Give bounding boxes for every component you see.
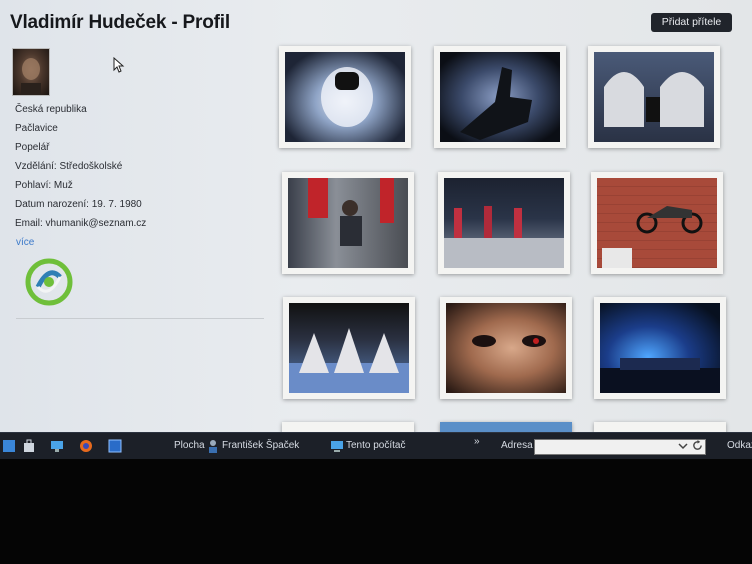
refresh-icon[interactable] — [692, 440, 703, 451]
photo-thumbnail[interactable] — [282, 172, 414, 274]
motorcycle-photo-icon — [602, 206, 703, 268]
concert-stage-photo-icon — [600, 358, 720, 393]
more-link[interactable]: více — [16, 237, 34, 248]
photo-thumbnail[interactable] — [588, 46, 720, 148]
store-icon[interactable] — [22, 439, 36, 453]
browser-page: Vladimír Hudeček - Profil Přidat přítele… — [0, 0, 752, 432]
photo-thumbnail[interactable] — [594, 422, 726, 432]
site-logo-icon — [25, 258, 73, 306]
photo-thumbnail[interactable] — [279, 46, 411, 148]
toilet-photo-icon — [321, 67, 373, 127]
avatar[interactable] — [12, 48, 50, 96]
photo-thumbnail[interactable] — [440, 422, 572, 432]
firefox-icon[interactable] — [79, 439, 93, 453]
thumbs-up-photo-icon — [460, 67, 532, 140]
profile-occupation: Popelář — [15, 142, 50, 153]
monitor-icon[interactable] — [50, 439, 64, 453]
domes-photo-icon — [604, 72, 704, 127]
face-icon — [21, 58, 41, 95]
user-icon — [209, 440, 217, 453]
locker-room-photo-icon — [308, 178, 394, 246]
profile-education: Vzdělání: Středoškolské — [15, 161, 123, 172]
photo-thumbnail[interactable] — [594, 297, 726, 399]
mouse-cursor-icon — [113, 57, 125, 73]
chevron-down-icon[interactable] — [678, 441, 688, 451]
photo-thumbnail[interactable] — [282, 422, 414, 432]
desktop-toolbar-label[interactable]: Plocha — [174, 433, 205, 459]
app-window-icon[interactable] — [108, 439, 122, 453]
photo-thumbnail[interactable] — [434, 46, 566, 148]
profile-birthdate: Datum narození: 19. 7. 1980 — [15, 199, 142, 210]
profile-city: Pačlavice — [15, 123, 58, 134]
photo-thumbnail[interactable] — [591, 172, 723, 274]
photo-thumbnail[interactable] — [440, 297, 572, 399]
face-closeup-photo-icon — [472, 335, 546, 347]
chevron-icon[interactable]: » — [474, 429, 480, 455]
profile-country: Česká republika — [15, 104, 87, 115]
page-title: Vladimír Hudeček - Profil — [10, 12, 230, 33]
divider — [16, 318, 264, 319]
dance-group-photo-icon — [289, 328, 409, 393]
user-folder-label[interactable]: František Špaček — [222, 433, 299, 459]
dancers-photo-icon — [444, 206, 564, 268]
computer-icon — [331, 441, 343, 452]
start-icon[interactable] — [2, 439, 16, 453]
this-pc-label[interactable]: Tento počítač — [346, 433, 405, 459]
photo-thumbnail[interactable] — [283, 297, 415, 399]
profile-gender: Pohlaví: Muž — [15, 180, 73, 191]
profile-email: Email: vhumanik@seznam.cz — [15, 218, 147, 229]
links-toolbar-label[interactable]: Odkaz — [727, 433, 752, 459]
address-label: Adresa — [501, 440, 533, 451]
photo-thumbnail[interactable] — [438, 172, 570, 274]
taskbar: Plocha František Špaček Tento počítač » … — [0, 432, 752, 459]
add-friend-button[interactable]: Přidat přítele — [651, 13, 732, 32]
